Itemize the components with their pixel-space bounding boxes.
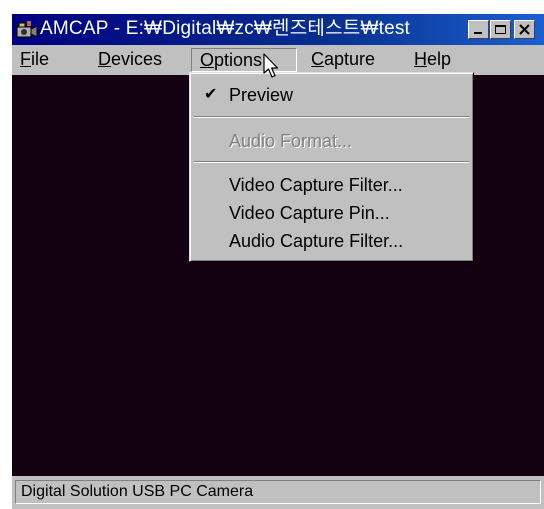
status-text: Digital Solution USB PC Camera (15, 480, 541, 504)
menu-help[interactable]: Help (406, 48, 459, 72)
maximize-icon (495, 25, 506, 34)
window-title: AMCAP - E:₩Digital₩zc₩렌즈테스트₩test (40, 18, 411, 39)
menu-help-label-rest: elp (427, 49, 452, 69)
menu-options-mnemonic: O (200, 50, 215, 70)
menu-item-video-capture-pin-label: Video Capture Pin... (229, 203, 390, 223)
close-button[interactable] (514, 20, 535, 39)
options-dropdown-menu: ✔ Preview Audio Format... Video Capture … (189, 72, 474, 262)
menu-item-preview[interactable]: ✔ Preview (190, 82, 473, 108)
title-bar[interactable]: AMCAP - E:₩Digital₩zc₩렌즈테스트₩test (12, 14, 544, 45)
menu-item-video-capture-filter-label: Video Capture Filter... (229, 175, 403, 195)
menu-capture[interactable]: Capture (303, 48, 383, 72)
menu-file-label-rest: ile (31, 49, 50, 69)
menu-item-preview-label: Preview (229, 85, 294, 105)
menu-help-mnemonic: H (414, 49, 427, 69)
menu-capture-label-rest: apture (324, 49, 376, 69)
menu-item-audio-format-label: Audio Format... (229, 131, 353, 151)
menu-capture-mnemonic: C (311, 49, 324, 69)
menu-item-video-capture-filter[interactable]: Video Capture Filter... (190, 172, 473, 198)
menu-item-video-capture-pin[interactable]: Video Capture Pin... (190, 200, 473, 226)
minimize-icon (474, 32, 482, 34)
mouse-cursor-icon (263, 53, 279, 78)
menu-devices-mnemonic: D (98, 49, 111, 69)
maximize-button[interactable] (490, 20, 511, 39)
status-bar: Digital Solution USB PC Camera (12, 476, 544, 509)
menu-file[interactable]: File (12, 48, 57, 72)
checkmark-icon: ✔ (204, 86, 218, 103)
menu-item-audio-capture-filter-label: Audio Capture Filter... (229, 231, 404, 251)
menu-separator (194, 161, 469, 163)
menu-devices-label-rest: evices (111, 49, 163, 69)
menu-item-audio-format: Audio Format... (190, 128, 473, 154)
menu-options-label-rest: ptions (214, 50, 263, 70)
close-icon (519, 24, 530, 35)
menu-devices[interactable]: Devices (90, 48, 170, 72)
menu-item-audio-capture-filter[interactable]: Audio Capture Filter... (190, 228, 473, 254)
menu-file-mnemonic: F (20, 49, 31, 69)
menu-separator (194, 116, 469, 118)
minimize-button[interactable] (468, 20, 489, 39)
camera-app-icon[interactable] (16, 20, 38, 39)
